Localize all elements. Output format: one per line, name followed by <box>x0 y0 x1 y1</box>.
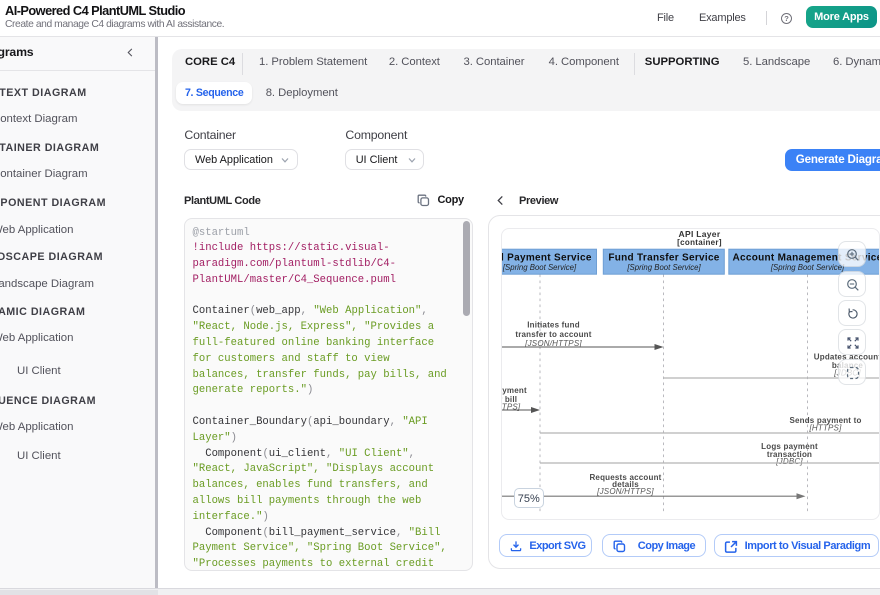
svg-text:[Spring Boot Service]: [Spring Boot Service] <box>769 263 844 272</box>
svg-text:[JDBC]: [JDBC] <box>775 457 803 466</box>
svg-text:Fund Transfer Service: Fund Transfer Service <box>608 252 719 263</box>
svg-text:[container]: [container] <box>677 238 722 247</box>
svg-text:[Spring Boot Service]: [Spring Boot Service] <box>626 263 701 272</box>
svg-text:Submits payment: Submits payment <box>502 386 527 395</box>
svg-text:[HTTPS]: [HTTPS] <box>808 423 842 432</box>
svg-text:Initiates fund: Initiates fund <box>527 320 580 329</box>
svg-text:[Spring Boot Service]: [Spring Boot Service] <box>502 263 577 272</box>
svg-text:transfer to account: transfer to account <box>515 330 591 339</box>
svg-text:Bill Payment Service: Bill Payment Service <box>502 252 592 263</box>
svg-text:[JSON/HTTPS]: [JSON/HTTPS] <box>596 487 654 496</box>
